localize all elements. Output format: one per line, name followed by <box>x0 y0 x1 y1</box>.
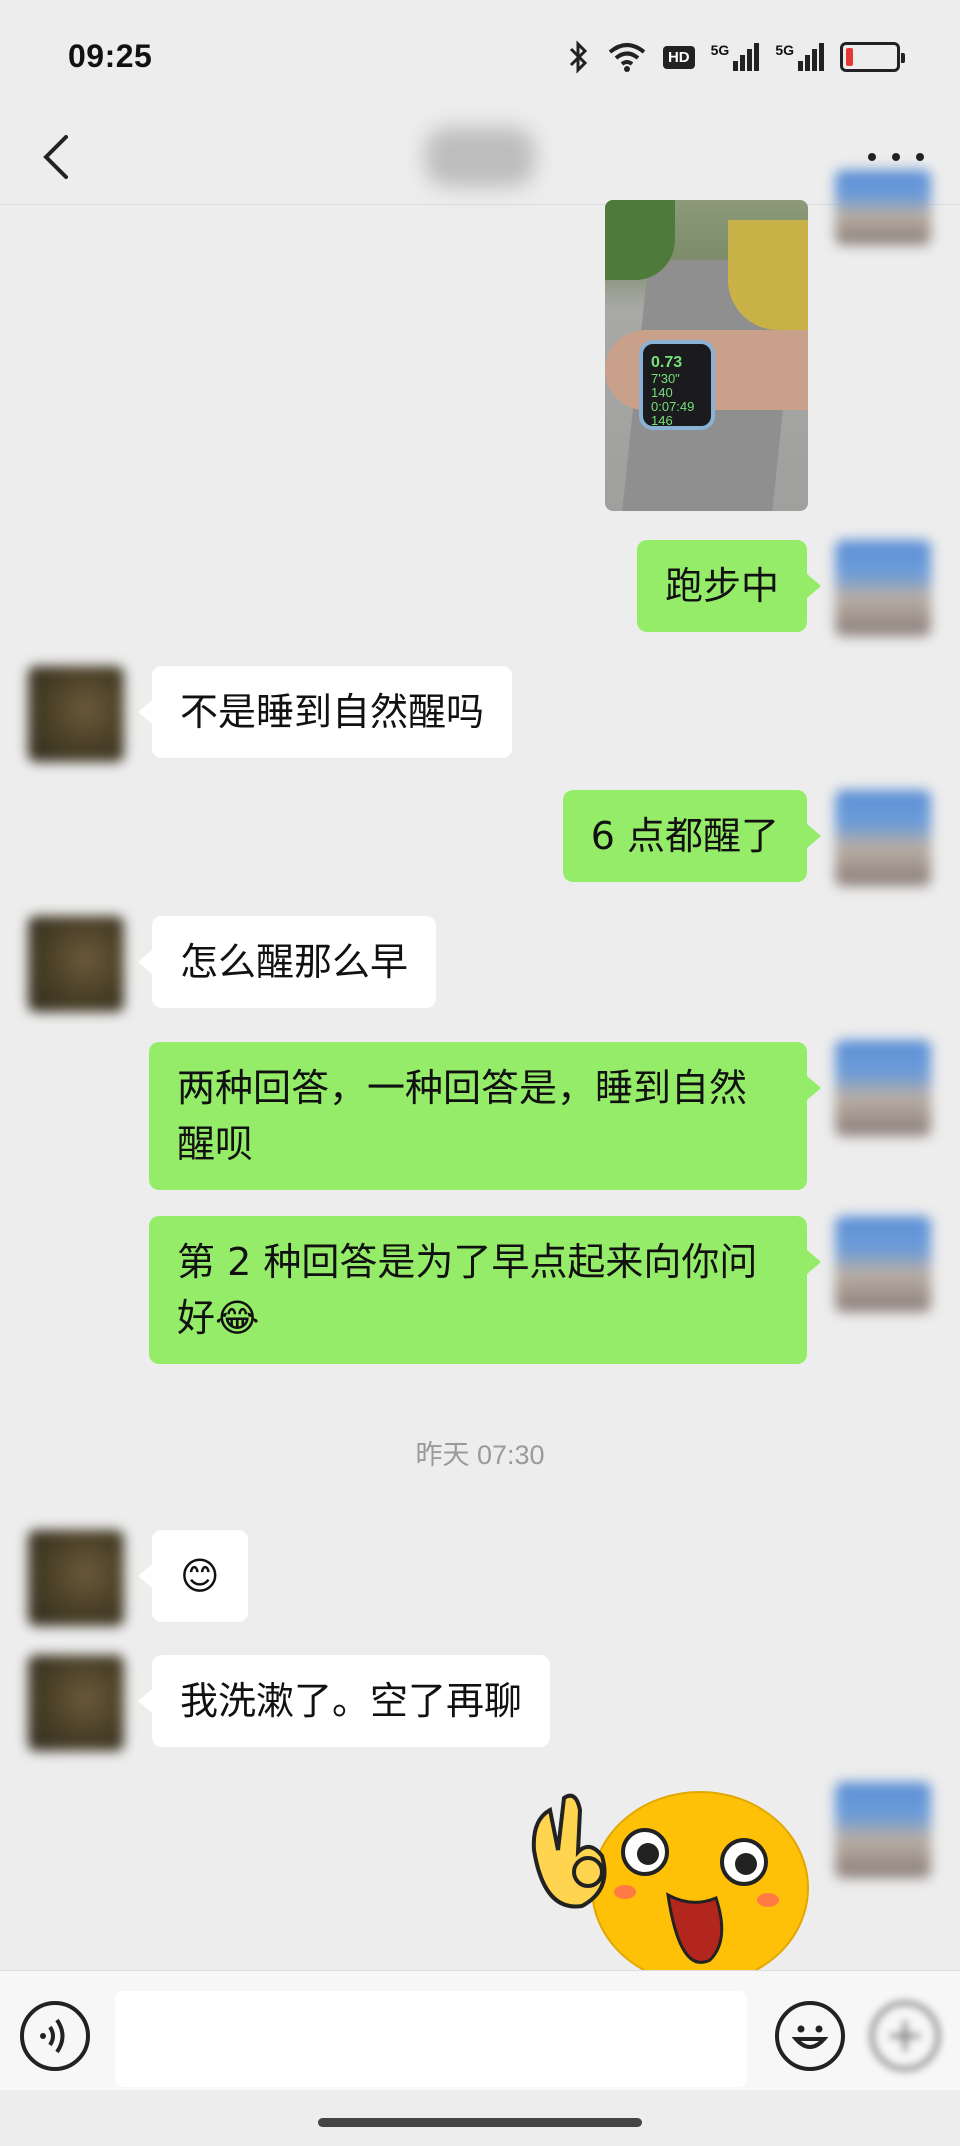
timestamp: 昨天 07:30 <box>415 1440 545 1470</box>
avatar[interactable] <box>835 1782 931 1878</box>
voice-button[interactable] <box>20 2001 90 2071</box>
battery-icon <box>840 42 905 72</box>
status-time: 09:25 <box>68 38 153 74</box>
emoji-button[interactable] <box>775 2001 845 2071</box>
battery-level <box>846 48 853 66</box>
chevron-left-icon <box>43 135 68 179</box>
avatar[interactable] <box>28 1655 124 1751</box>
avatar[interactable] <box>835 1216 931 1312</box>
message-bubble[interactable]: 我洗漱了。空了再聊 <box>137 1655 551 1747</box>
message-bubble[interactable]: 两种回答，一种回答是，睡到自然醒呗 <box>149 1042 821 1190</box>
emoji-message[interactable]: 😊 <box>138 1530 248 1622</box>
bluetooth-icon <box>569 40 588 74</box>
voice-icon <box>40 2018 65 2054</box>
plus-button[interactable] <box>870 2001 940 2071</box>
emoji-icon <box>791 2025 829 2049</box>
avatar[interactable] <box>835 540 931 636</box>
image-message[interactable]: 0.73 7'30" 140 0:07:49 146 <box>605 200 808 511</box>
avatar[interactable] <box>28 916 124 1012</box>
avatar[interactable] <box>835 1040 931 1136</box>
chat-header <box>0 115 960 205</box>
chat-title <box>425 127 535 187</box>
more-dot <box>892 153 900 161</box>
message-bubble[interactable]: 第 2 种回答是为了早点起来向你问好😂 <box>149 1216 821 1364</box>
status-icons: HD 5G 5G <box>567 40 905 74</box>
home-indicator[interactable] <box>318 2118 642 2127</box>
signal-5g-icon: 5G <box>775 43 824 71</box>
status-bar: 09:25 HD 5G 5G <box>0 0 960 115</box>
hd-voice-icon: HD <box>662 45 695 69</box>
message-bubble[interactable]: 6 点都醒了 <box>562 790 822 882</box>
more-dot <box>916 153 924 161</box>
ok-hand-face-sticker-icon <box>531 1791 809 1985</box>
avatar[interactable] <box>28 666 124 762</box>
message-bubble[interactable]: 不是睡到自然醒吗 <box>137 666 513 758</box>
signal-5g-icon: 5G <box>711 43 760 71</box>
input-bar <box>0 1970 960 2090</box>
avatar[interactable] <box>835 170 931 245</box>
more-dot <box>868 153 876 161</box>
plus-icon <box>890 2021 920 2051</box>
watch-readout: 0.73 7'30" 140 0:07:49 146 <box>651 354 695 428</box>
watch-image: 0.73 7'30" 140 0:07:49 146 <box>639 340 715 430</box>
message-bubble[interactable]: 怎么醒那么早 <box>137 916 437 1008</box>
avatar[interactable] <box>835 790 931 886</box>
sticker-message[interactable] <box>530 1780 810 1985</box>
back-button[interactable] <box>36 129 86 185</box>
message-input[interactable] <box>115 1991 747 2087</box>
avatar[interactable] <box>28 1530 124 1626</box>
message-bubble[interactable]: 跑步中 <box>636 540 822 632</box>
wifi-icon <box>608 43 646 72</box>
